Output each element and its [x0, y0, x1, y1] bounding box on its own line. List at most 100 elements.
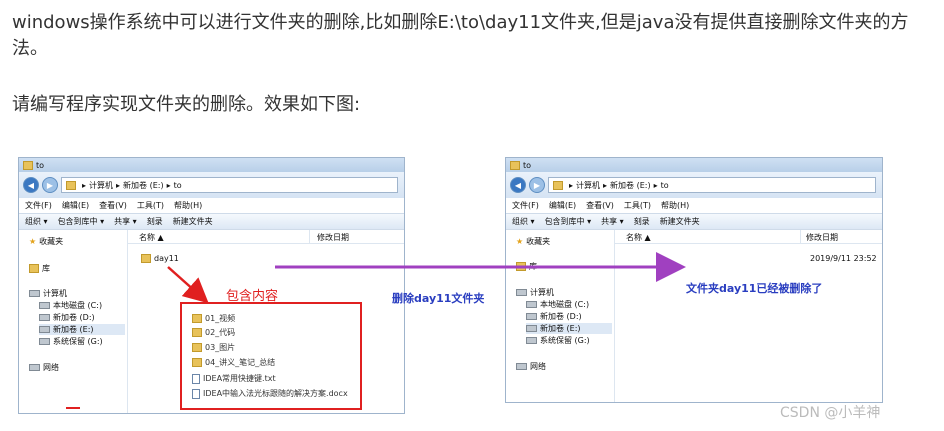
menu-help[interactable]: 帮助(H) — [661, 200, 689, 211]
list-item[interactable]: 04_讲义_笔记_总结 — [192, 357, 275, 368]
menu-bar: 文件(F) 编辑(E) 查看(V) 工具(T) 帮助(H) — [506, 198, 882, 213]
forward-button[interactable]: ▶ — [42, 177, 58, 193]
contains-label: 包含内容 — [226, 289, 279, 304]
command-toolbar: 组织 ▾ 包含到库中 ▾ 共享 ▾ 刻录 新建文件夹 — [19, 213, 404, 230]
watermark: CSDN @小羊神 — [780, 405, 881, 421]
window-titlebar: to — [19, 158, 404, 172]
breadcrumb-drive[interactable]: 新加卷 (E:) — [610, 180, 651, 191]
nav-network[interactable]: 网络 — [516, 361, 546, 372]
folder-icon — [192, 343, 202, 352]
window-titlebar: to — [506, 158, 882, 172]
window-title: to — [523, 160, 532, 170]
forward-button[interactable]: ▶ — [529, 177, 545, 193]
modified-timestamp: 2019/9/11 23:52 — [810, 254, 877, 263]
toolbar-organize[interactable]: 组织 ▾ — [25, 216, 48, 227]
window-title: to — [36, 160, 45, 170]
menu-edit[interactable]: 编辑(E) — [549, 200, 576, 211]
toolbar-organize[interactable]: 组织 ▾ — [512, 216, 535, 227]
menu-bar: 文件(F) 编辑(E) 查看(V) 工具(T) 帮助(H) — [19, 198, 404, 213]
computer-icon — [29, 290, 40, 297]
menu-tools[interactable]: 工具(T) — [137, 200, 164, 211]
drive-icon — [39, 302, 50, 309]
navigation-pane: ★ 收藏夹 库 计算机 本地磁盘 (C:) 新加卷 (D:) 新加卷 (E:) 系… — [506, 230, 615, 402]
folder-icon — [23, 160, 33, 170]
column-name[interactable]: 名称 ▲ — [139, 232, 164, 243]
deleted-message: 文件夹day11已经被删除了 — [686, 282, 823, 295]
nav-favorites[interactable]: ★ 收藏夹 — [29, 236, 63, 247]
article-paragraph-1: windows操作系统中可以进行文件夹的删除,比如删除E:\to\day11文件… — [12, 12, 909, 59]
menu-view[interactable]: 查看(V) — [99, 200, 127, 211]
toolbar-include-library[interactable]: 包含到库中 ▾ — [58, 216, 105, 227]
toolbar-include-library[interactable]: 包含到库中 ▾ — [545, 216, 592, 227]
menu-view[interactable]: 查看(V) — [586, 200, 614, 211]
toolbar-burn[interactable]: 刻录 — [147, 216, 163, 227]
toolbar-burn[interactable]: 刻录 — [634, 216, 650, 227]
back-button[interactable]: ◀ — [23, 177, 39, 193]
address-bar[interactable]: ▸ 计算机 ▸ 新加卷 (E:) ▸ to — [61, 177, 398, 193]
breadcrumb-folder[interactable]: to — [661, 181, 669, 190]
breadcrumb-drive[interactable]: 新加卷 (E:) — [123, 180, 164, 191]
list-item[interactable]: IDEA常用快捷键.txt — [192, 373, 276, 384]
menu-tools[interactable]: 工具(T) — [624, 200, 651, 211]
computer-icon — [516, 289, 527, 296]
star-icon: ★ — [516, 237, 524, 246]
nav-network[interactable]: 网络 — [29, 362, 59, 373]
folder-icon — [510, 160, 520, 170]
nav-drive-g[interactable]: 系统保留 (G:) — [526, 335, 590, 346]
navigation-bar: ◀ ▶ ▸ 计算机 ▸ 新加卷 (E:) ▸ to — [19, 172, 404, 198]
day11-contents-box: 01_视频 02_代码 03_图片 04_讲义_笔记_总结 IDEA常用快捷键.… — [180, 302, 362, 410]
nav-drive-c[interactable]: 本地磁盘 (C:) — [39, 300, 102, 311]
column-modified[interactable]: 修改日期 — [317, 232, 349, 243]
article-paragraph-2: 请编写程序实现文件夹的删除。效果如下图: — [12, 94, 361, 115]
list-item[interactable]: 03_图片 — [192, 342, 235, 353]
network-icon — [516, 363, 527, 370]
menu-edit[interactable]: 编辑(E) — [62, 200, 89, 211]
folder-icon — [192, 328, 202, 337]
nav-drive-d[interactable]: 新加卷 (D:) — [39, 312, 95, 323]
text-file-icon — [192, 373, 200, 384]
folder-icon — [66, 180, 76, 190]
list-item[interactable]: IDEA中输入法光标跟随的解决方案.docx — [192, 388, 348, 399]
address-bar[interactable]: ▸ 计算机 ▸ 新加卷 (E:) ▸ to — [548, 177, 876, 193]
nav-computer[interactable]: 计算机 — [29, 288, 67, 299]
navigation-bar: ◀ ▶ ▸ 计算机 ▸ 新加卷 (E:) ▸ to — [506, 172, 882, 198]
drive-icon — [526, 325, 537, 332]
column-name[interactable]: 名称 ▲ — [626, 232, 651, 243]
breadcrumb-computer[interactable]: 计算机 — [89, 180, 113, 191]
column-header: 名称 ▲ 修改日期 — [127, 230, 404, 244]
folder-day11[interactable]: day11 — [141, 254, 179, 263]
nav-library[interactable]: 库 — [516, 261, 537, 272]
menu-help[interactable]: 帮助(H) — [174, 200, 202, 211]
breadcrumb-computer[interactable]: 计算机 — [576, 180, 600, 191]
drive-icon — [526, 337, 537, 344]
nav-drive-e[interactable]: 新加卷 (E:) — [526, 323, 612, 334]
back-button[interactable]: ◀ — [510, 177, 526, 193]
nav-favorites[interactable]: ★ 收藏夹 — [516, 236, 550, 247]
breadcrumb-folder[interactable]: to — [174, 181, 182, 190]
library-icon — [516, 262, 526, 271]
menu-file[interactable]: 文件(F) — [25, 200, 52, 211]
drive-icon — [39, 326, 50, 333]
library-icon — [29, 264, 39, 273]
list-item[interactable]: 02_代码 — [192, 327, 235, 338]
toolbar-share[interactable]: 共享 ▾ — [601, 216, 624, 227]
toolbar-new-folder[interactable]: 新建文件夹 — [660, 216, 700, 227]
toolbar-new-folder[interactable]: 新建文件夹 — [173, 216, 213, 227]
column-modified[interactable]: 修改日期 — [806, 232, 838, 243]
star-icon: ★ — [29, 237, 37, 246]
column-header: 名称 ▲ 修改日期 — [614, 230, 882, 244]
menu-file[interactable]: 文件(F) — [512, 200, 539, 211]
nav-drive-c[interactable]: 本地磁盘 (C:) — [526, 299, 589, 310]
drive-icon — [526, 301, 537, 308]
word-document-icon — [192, 388, 200, 399]
delete-action-label: 删除day11文件夹 — [392, 292, 485, 305]
nav-library[interactable]: 库 — [29, 263, 50, 274]
nav-computer[interactable]: 计算机 — [516, 287, 554, 298]
folder-icon — [553, 180, 563, 190]
toolbar-share[interactable]: 共享 ▾ — [114, 216, 137, 227]
nav-drive-e[interactable]: 新加卷 (E:) — [39, 324, 125, 335]
navigation-pane: ★ 收藏夹 库 计算机 本地磁盘 (C:) 新加卷 (D:) 新加卷 (E:) 系… — [19, 230, 128, 413]
list-item[interactable]: 01_视频 — [192, 313, 235, 324]
nav-drive-g[interactable]: 系统保留 (G:) — [39, 336, 103, 347]
nav-drive-d[interactable]: 新加卷 (D:) — [526, 311, 582, 322]
